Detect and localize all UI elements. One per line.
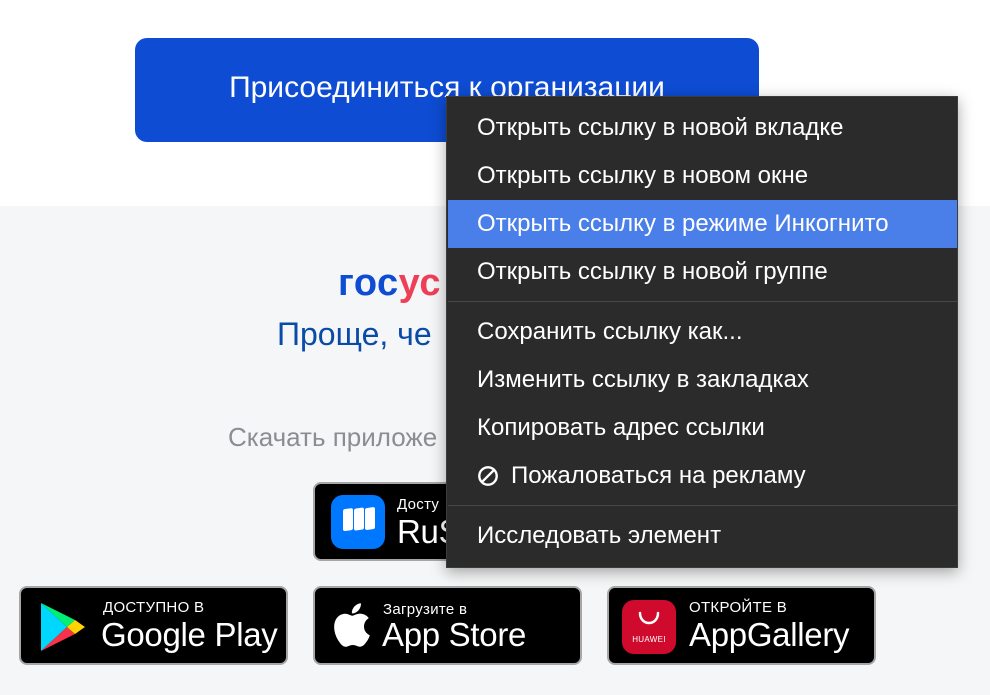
app-store-large-text: App Store (382, 616, 527, 653)
download-app-text: Скачать приложе (228, 422, 438, 452)
app-store-badge[interactable]: Загрузите в App Store (313, 586, 582, 665)
menu-item-label: Сохранить ссылку как... (477, 318, 743, 345)
menu-separator (448, 301, 957, 302)
huawei-appgallery-icon: HUAWEI (622, 600, 676, 654)
google-play-small-text: ДОСТУПНО В (103, 599, 205, 616)
app-gallery-large-text: AppGallery (689, 616, 850, 653)
menu-item-label: Пожаловаться на рекламу (511, 462, 806, 489)
google-play-large-text: Google Play (101, 616, 278, 653)
menu-item-label: Копировать адрес ссылки (477, 414, 765, 441)
menu-item-label: Исследовать элемент (477, 522, 722, 549)
menu-item-open-new-group[interactable]: Открыть ссылку в новой группе (448, 248, 957, 296)
huawei-brand-text: HUAWEI (632, 635, 666, 644)
apple-icon (334, 603, 370, 647)
tagline: Проще, че (277, 316, 432, 352)
menu-item-edit-bookmark[interactable]: Изменить ссылку в закладках (448, 356, 957, 404)
google-play-badge[interactable]: ДОСТУПНО В Google Play (19, 586, 288, 665)
menu-item-report-ad[interactable]: Пожаловаться на рекламу (448, 452, 957, 500)
menu-separator (448, 505, 957, 506)
menu-item-label: Открыть ссылку в новой группе (477, 258, 828, 285)
shopping-bag-icon (638, 611, 660, 625)
google-play-icon (41, 603, 85, 651)
app-gallery-small-text: ОТКРОЙТЕ В (689, 599, 788, 616)
menu-item-inspect-element[interactable]: Исследовать элемент (448, 512, 957, 560)
menu-item-label: Открыть ссылку в режиме Инкогнито (477, 210, 889, 237)
prohibited-icon (478, 466, 498, 486)
logo-part-gos: гос (338, 262, 399, 304)
context-menu: Открыть ссылку в новой вкладке Открыть с… (446, 96, 958, 568)
app-gallery-badge[interactable]: HUAWEI ОТКРОЙТЕ В AppGallery (607, 586, 876, 665)
menu-item-open-new-window[interactable]: Открыть ссылку в новом окне (448, 152, 957, 200)
menu-item-open-new-tab[interactable]: Открыть ссылку в новой вкладке (448, 104, 957, 152)
logo-part-uslugi: ус (398, 262, 441, 304)
rustore-small-text: Досту (397, 496, 440, 513)
menu-item-label: Изменить ссылку в закладках (477, 366, 809, 393)
menu-item-label: Открыть ссылку в новом окне (477, 162, 809, 189)
menu-item-save-link-as[interactable]: Сохранить ссылку как... (448, 308, 957, 356)
rustore-icon (331, 495, 385, 549)
gosuslugi-logo[interactable]: госус (338, 262, 441, 305)
menu-item-open-incognito[interactable]: Открыть ссылку в режиме Инкогнито (448, 200, 957, 248)
menu-item-copy-link-address[interactable]: Копировать адрес ссылки (448, 404, 957, 452)
menu-item-label: Открыть ссылку в новой вкладке (477, 114, 844, 141)
